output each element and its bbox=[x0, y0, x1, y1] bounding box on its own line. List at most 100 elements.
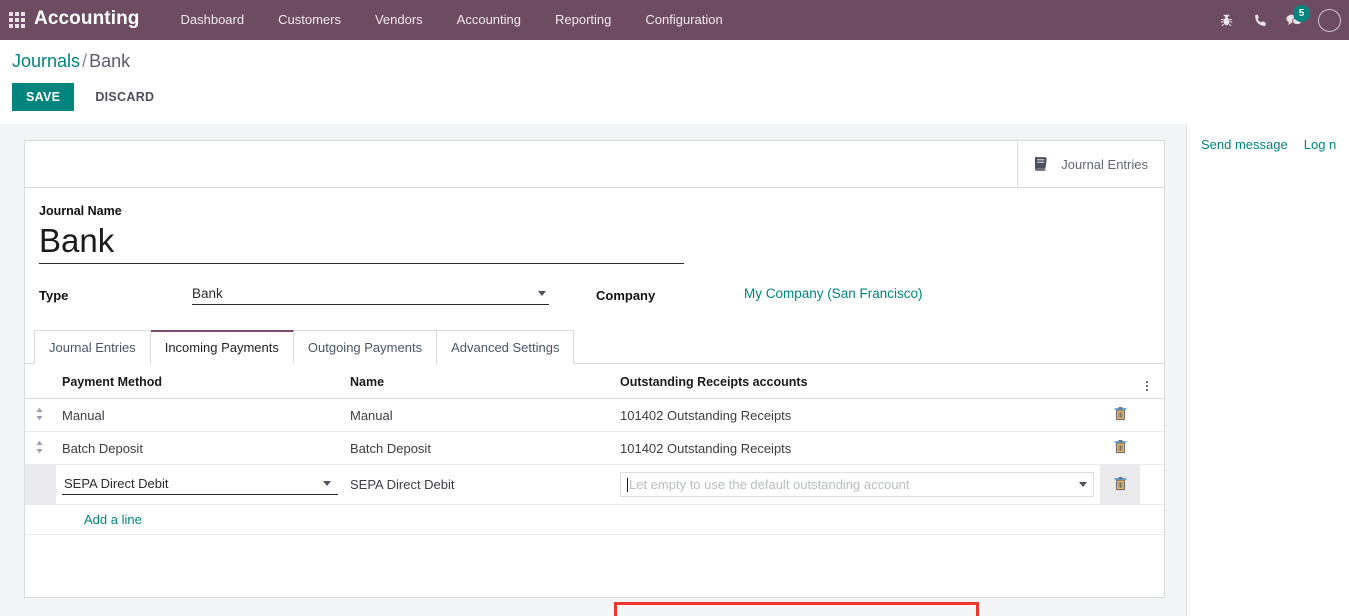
user-avatar[interactable] bbox=[1311, 0, 1345, 40]
cell-name[interactable]: SEPA Direct Debit bbox=[344, 465, 614, 505]
notebook: Journal Entries Incoming Payments Outgoi… bbox=[25, 330, 1164, 597]
journal-name-field[interactable]: Bank bbox=[39, 220, 684, 264]
header-name[interactable]: Name bbox=[344, 364, 614, 399]
menu-item-vendors[interactable]: Vendors bbox=[358, 0, 440, 40]
cell-name[interactable]: Batch Deposit bbox=[344, 432, 614, 465]
header-handle-spacer bbox=[25, 364, 56, 399]
highlight-box-outstanding-account bbox=[614, 602, 979, 616]
header-outstanding-receipts-accounts[interactable]: Outstanding Receipts accounts bbox=[614, 364, 1100, 399]
cell-outstanding-account[interactable]: 101402 Outstanding Receipts bbox=[614, 399, 1100, 432]
company-label: Company bbox=[594, 286, 744, 303]
avatar-circle-icon bbox=[1318, 9, 1341, 32]
menu-item-customers[interactable]: Customers bbox=[261, 0, 358, 40]
row-drag-handle-cell[interactable] bbox=[25, 399, 56, 432]
cell-name[interactable]: Manual bbox=[344, 399, 614, 432]
trash-icon[interactable] bbox=[1114, 406, 1127, 424]
sort-handle-icon[interactable] bbox=[35, 440, 44, 457]
add-line-handle-spacer bbox=[25, 505, 56, 535]
table-header-row: Payment Method Name Outstanding Receipts… bbox=[25, 364, 1164, 399]
breadcrumb-parent-journals[interactable]: Journals bbox=[12, 51, 80, 71]
bug-icon[interactable] bbox=[1209, 0, 1243, 40]
add-line-cell[interactable]: Add a line bbox=[56, 505, 1164, 535]
table-row[interactable]: Manual Manual 101402 Outstanding Receipt… bbox=[25, 399, 1164, 432]
header-trash-spacer bbox=[1100, 364, 1140, 399]
journal-name-value[interactable]: Bank bbox=[39, 220, 684, 262]
main-menu: Dashboard Customers Vendors Accounting R… bbox=[164, 0, 740, 40]
tab-advanced-settings[interactable]: Advanced Settings bbox=[437, 330, 574, 364]
chatter-panel: Send message Log n bbox=[1186, 124, 1349, 616]
table-bottom-filler bbox=[25, 535, 1164, 597]
menu-item-dashboard[interactable]: Dashboard bbox=[164, 0, 262, 40]
discard-button[interactable]: DISCARD bbox=[81, 83, 168, 111]
tab-journal-entries[interactable]: Journal Entries bbox=[34, 330, 151, 364]
outstanding-account-placeholder: Let empty to use the default outstanding… bbox=[629, 477, 1073, 492]
record-action-buttons: SAVE DISCARD bbox=[12, 83, 1337, 111]
journal-entries-stat-button[interactable]: Journal Entries bbox=[1017, 141, 1164, 187]
sort-handle-icon[interactable] bbox=[35, 407, 44, 424]
journal-name-label: Journal Name bbox=[39, 204, 1150, 218]
notebook-tabs: Journal Entries Incoming Payments Outgoi… bbox=[25, 330, 1164, 364]
tab-outgoing-payments[interactable]: Outgoing Payments bbox=[294, 330, 437, 364]
app-brand-title[interactable]: Accounting bbox=[34, 8, 140, 32]
chatter-action-buttons: Send message Log n bbox=[1201, 137, 1349, 152]
cell-outstanding-account-editing[interactable]: Let empty to use the default outstanding… bbox=[614, 465, 1100, 505]
breadcrumb-current-bank: Bank bbox=[89, 51, 130, 71]
text-caret bbox=[627, 478, 628, 492]
payment-method-select-value: SEPA Direct Debit bbox=[64, 476, 169, 491]
control-panel: Journals/Bank SAVE DISCARD bbox=[0, 40, 1349, 124]
save-button[interactable]: SAVE bbox=[12, 83, 74, 111]
messages-icon[interactable]: 5 bbox=[1277, 0, 1311, 40]
log-note-button[interactable]: Log n bbox=[1304, 137, 1337, 152]
trash-icon[interactable] bbox=[1114, 439, 1127, 457]
chevron-down-icon[interactable] bbox=[1079, 482, 1087, 487]
row-delete-cell[interactable] bbox=[1100, 432, 1140, 465]
payment-methods-table: Payment Method Name Outstanding Receipts… bbox=[25, 364, 1164, 535]
row-opt-spacer bbox=[1140, 432, 1164, 465]
menu-item-reporting[interactable]: Reporting bbox=[538, 0, 628, 40]
row-drag-handle-cell[interactable] bbox=[25, 465, 56, 505]
cell-payment-method[interactable]: Manual bbox=[56, 399, 344, 432]
messages-badge-count: 5 bbox=[1293, 5, 1310, 22]
trash-icon[interactable] bbox=[1114, 476, 1127, 494]
type-company-row: Type Bank Company My Company (San Franci… bbox=[39, 286, 1150, 305]
type-label: Type bbox=[39, 286, 192, 303]
cell-payment-method-editing[interactable]: SEPA Direct Debit bbox=[56, 465, 344, 505]
outstanding-account-input[interactable]: Let empty to use the default outstanding… bbox=[620, 472, 1094, 497]
row-drag-handle-cell[interactable] bbox=[25, 432, 56, 465]
form-fields-area: Journal Name Bank Type Bank Company My C… bbox=[25, 188, 1164, 305]
phone-icon[interactable] bbox=[1243, 0, 1277, 40]
stat-button-box: Journal Entries bbox=[25, 141, 1164, 188]
company-value-link[interactable]: My Company (San Francisco) bbox=[744, 286, 923, 301]
header-payment-method[interactable]: Payment Method bbox=[56, 364, 344, 399]
menu-item-configuration[interactable]: Configuration bbox=[628, 0, 739, 40]
form-sheet: Journal Entries Journal Name Bank Type B… bbox=[24, 140, 1165, 598]
page-body: Journal Entries Journal Name Bank Type B… bbox=[0, 124, 1349, 616]
navbar-right-icons: 5 bbox=[1209, 0, 1349, 40]
top-navbar: Accounting Dashboard Customers Vendors A… bbox=[0, 0, 1349, 40]
add-line-row[interactable]: Add a line bbox=[25, 505, 1164, 535]
optional-columns-toggle[interactable] bbox=[1140, 364, 1164, 399]
type-select-value: Bank bbox=[192, 286, 223, 301]
menu-item-accounting[interactable]: Accounting bbox=[440, 0, 538, 40]
form-sheet-wrapper: Journal Entries Journal Name Bank Type B… bbox=[0, 132, 1186, 598]
cell-payment-method[interactable]: Batch Deposit bbox=[56, 432, 344, 465]
row-delete-cell[interactable] bbox=[1100, 399, 1140, 432]
breadcrumb: Journals/Bank bbox=[12, 50, 1337, 72]
chevron-down-icon bbox=[323, 481, 331, 486]
chevron-down-icon bbox=[538, 291, 546, 296]
row-opt-spacer bbox=[1140, 399, 1164, 432]
apps-launcher-icon[interactable] bbox=[0, 0, 34, 40]
tab-incoming-payments[interactable]: Incoming Payments bbox=[151, 330, 294, 364]
payment-method-select[interactable]: SEPA Direct Debit bbox=[62, 474, 338, 495]
send-message-button[interactable]: Send message bbox=[1201, 137, 1288, 152]
table-row-editing[interactable]: SEPA Direct Debit SEPA Direct Debit Let … bbox=[25, 465, 1164, 505]
breadcrumb-separator: / bbox=[82, 51, 87, 71]
vertical-dots-icon bbox=[1146, 381, 1148, 391]
journal-entries-stat-label: Journal Entries bbox=[1061, 157, 1148, 172]
row-opt-spacer bbox=[1140, 465, 1164, 505]
row-delete-cell[interactable] bbox=[1100, 465, 1140, 505]
add-a-line-link[interactable]: Add a line bbox=[62, 512, 142, 527]
type-select[interactable]: Bank bbox=[192, 286, 549, 305]
cell-outstanding-account[interactable]: 101402 Outstanding Receipts bbox=[614, 432, 1100, 465]
table-row[interactable]: Batch Deposit Batch Deposit 101402 Outst… bbox=[25, 432, 1164, 465]
